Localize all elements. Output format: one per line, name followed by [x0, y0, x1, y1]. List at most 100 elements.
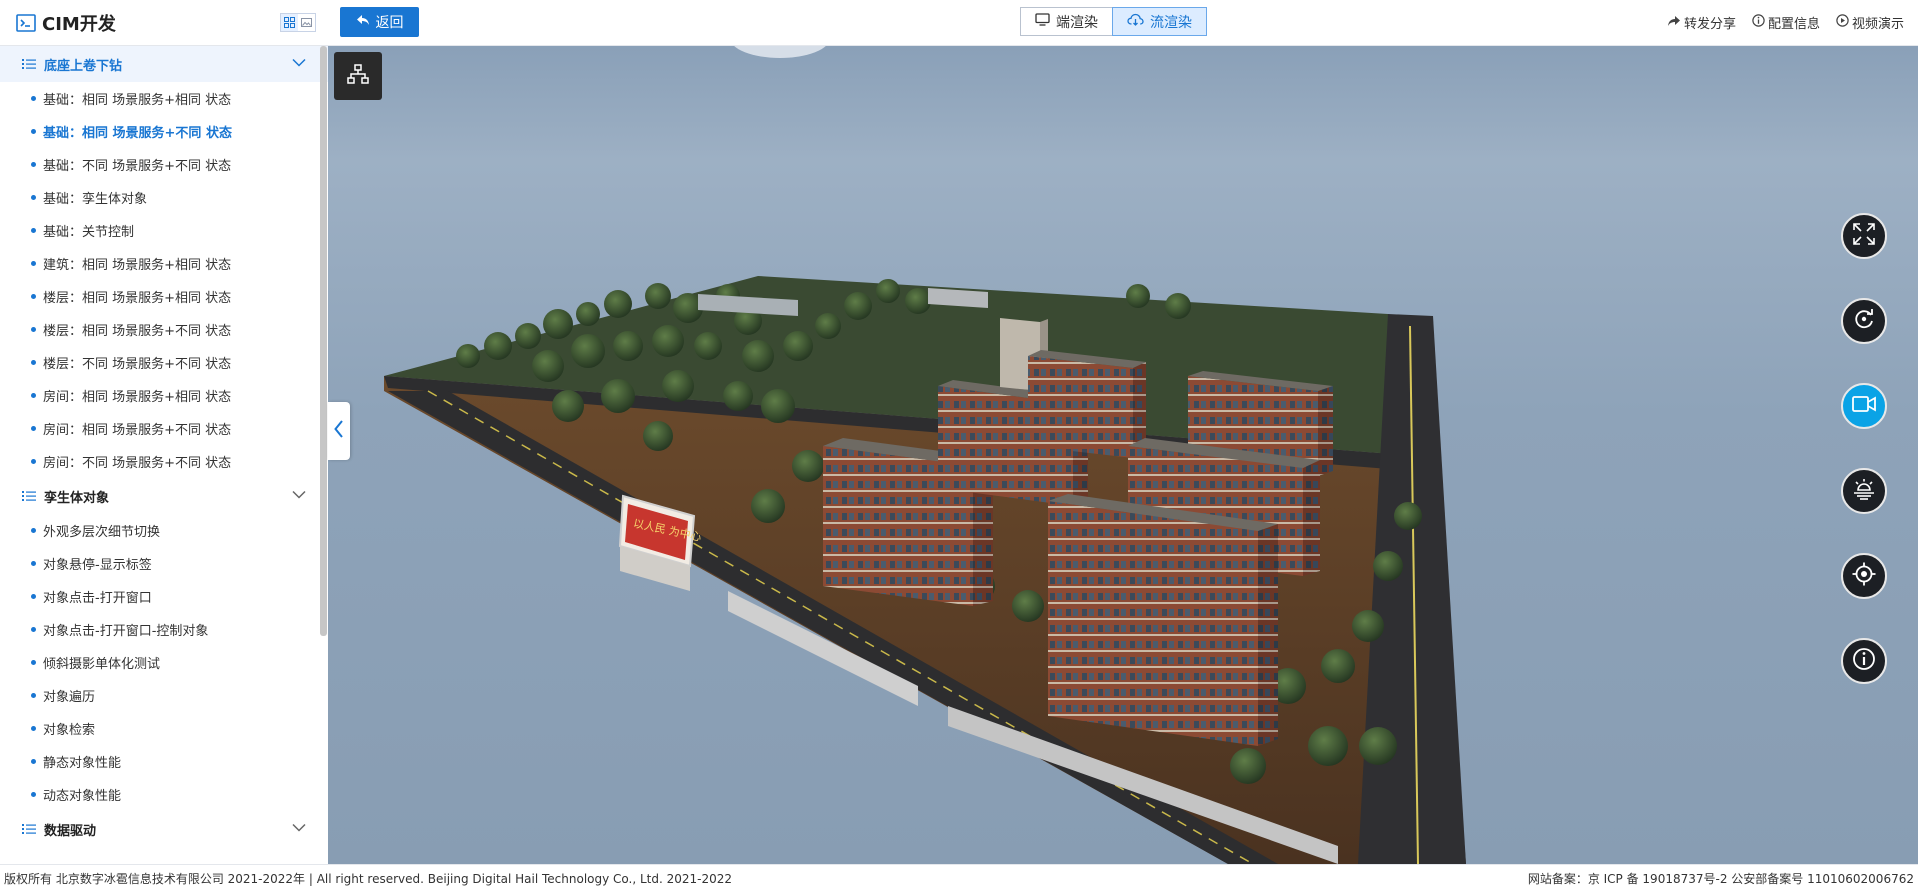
bullet-icon	[31, 96, 36, 101]
copyright-text: 版权所有 北京数字冰雹信息技术有限公司 2021-2022年 | All rig…	[4, 872, 733, 886]
list-item[interactable]: 楼层：相同 场景服务+相同 状态	[0, 280, 328, 313]
list-item[interactable]: 倾斜摄影单体化测试	[0, 646, 328, 679]
list-item[interactable]: 楼层：不同 场景服务+不同 状态	[0, 346, 328, 379]
weather-icon	[1852, 478, 1876, 504]
bullet-icon	[31, 459, 36, 464]
list-item[interactable]: 静态对象性能	[0, 745, 328, 778]
list-item-label: 楼层：不同 场景服务+不同 状态	[43, 357, 232, 372]
list-item-label: 基础：孪生体对象	[43, 192, 148, 207]
list-item-label: 基础：相同 场景服务+不同 状态	[43, 126, 232, 141]
tab-stream-render[interactable]: 流渲染	[1112, 7, 1207, 36]
group-data-driven[interactable]: 数据驱动	[0, 811, 328, 847]
record-button[interactable]	[1841, 383, 1887, 429]
tab-end-render-label: 端渲染	[1056, 14, 1098, 31]
chevron-down-icon[interactable]	[292, 58, 306, 67]
chevron-down-icon[interactable]	[292, 490, 306, 499]
bullet-icon	[31, 129, 36, 134]
bullet-icon	[31, 792, 36, 797]
image-view-icon[interactable]	[298, 14, 315, 31]
back-button[interactable]: 返回	[340, 7, 419, 37]
scene-tree-button[interactable]	[334, 52, 382, 100]
scene-info-button[interactable]	[1841, 638, 1887, 684]
bullet-icon	[31, 228, 36, 233]
info-icon	[1752, 14, 1765, 31]
config-info-button[interactable]: 配置信息	[1752, 13, 1820, 32]
list-item-label: 房间：相同 场景服务+不同 状态	[43, 423, 232, 438]
list-item[interactable]: 基础：孪生体对象	[0, 181, 328, 214]
play-icon	[1836, 14, 1849, 31]
camera-record-icon	[1852, 395, 1876, 417]
scene-viewport[interactable]: 以人民 为中心	[328, 46, 1918, 864]
bullet-icon	[31, 426, 36, 431]
group-base-drill[interactable]: 底座上卷下钻	[0, 46, 328, 82]
icp-text: 网站备案：京 ICP 备 19018737号-2 公安部备案号 11010602…	[1527, 872, 1914, 886]
location-target-icon	[1852, 562, 1876, 590]
list-item-label: 静态对象性能	[43, 756, 122, 771]
top-actions: 转发分享 配置信息 视频演示	[1667, 13, 1904, 32]
video-demo-label: 视频演示	[1851, 17, 1904, 32]
list-icon	[22, 58, 36, 70]
list-item[interactable]: 基础：不同 场景服务+不同 状态	[0, 148, 328, 181]
building-3[interactable]	[1028, 350, 1146, 458]
list-item-label: 基础：关节控制	[43, 225, 135, 240]
list-item[interactable]: 基础：关节控制	[0, 214, 328, 247]
brand: CIM开发	[16, 11, 116, 35]
bullet-icon	[31, 660, 36, 665]
building-6[interactable]	[1048, 494, 1278, 746]
share-label: 转发分享	[1683, 17, 1736, 32]
group-title: 数据驱动	[44, 823, 97, 839]
footer: 版权所有 北京数字冰雹信息技术有限公司 2021-2022年 | All rig…	[0, 864, 1918, 888]
bullet-icon	[31, 726, 36, 731]
tab-end-render[interactable]: 端渲染	[1020, 7, 1113, 36]
bullet-icon	[31, 393, 36, 398]
list-item[interactable]: 对象检索	[0, 712, 328, 745]
list-item[interactable]: 房间：相同 场景服务+不同 状态	[0, 412, 328, 445]
list-item[interactable]: 外观多层次细节切换	[0, 514, 328, 547]
list-item-label: 对象遍历	[43, 690, 96, 705]
chevron-down-icon[interactable]	[292, 823, 306, 832]
bullet-icon	[31, 759, 36, 764]
list-item[interactable]: 楼层：相同 场景服务+不同 状态	[0, 313, 328, 346]
list-item[interactable]: 对象悬停-显示标签	[0, 547, 328, 580]
locate-button[interactable]	[1841, 553, 1887, 599]
list-item-label: 对象悬停-显示标签	[43, 558, 152, 573]
view-toggle[interactable]	[280, 13, 316, 32]
list-item-label: 基础：不同 场景服务+不同 状态	[43, 159, 232, 174]
reset-rotate-icon	[1853, 308, 1875, 334]
bullet-icon	[31, 327, 36, 332]
config-info-label: 配置信息	[1767, 17, 1820, 32]
render-mode-tabs: 端渲染 流渲染	[1020, 7, 1207, 36]
bullet-icon	[31, 294, 36, 299]
city-scene[interactable]: 以人民 为中心	[328, 46, 1918, 864]
terminal-icon	[16, 14, 36, 32]
list-icon	[22, 823, 36, 835]
back-arrow-icon	[356, 14, 370, 30]
list-item-label: 倾斜摄影单体化测试	[43, 657, 161, 672]
list-icon	[22, 490, 36, 502]
list-item-label: 外观多层次细节切换	[43, 525, 161, 540]
tab-stream-render-label: 流渲染	[1150, 14, 1192, 31]
group-title: 孪生体对象	[44, 490, 110, 506]
brand-title: CIM开发	[42, 14, 116, 35]
list-item[interactable]: 基础：相同 场景服务+不同 状态	[0, 115, 328, 148]
sidebar-collapse-handle[interactable]	[328, 402, 350, 460]
grid-view-icon[interactable]	[281, 14, 298, 31]
group-twin-objects[interactable]: 孪生体对象	[0, 478, 328, 514]
weather-button[interactable]	[1841, 468, 1887, 514]
bullet-icon	[31, 195, 36, 200]
list-item[interactable]: 对象点击-打开窗口-控制对象	[0, 613, 328, 646]
list-item[interactable]: 对象遍历	[0, 679, 328, 712]
bullet-icon	[31, 561, 36, 566]
fullscreen-button[interactable]	[1841, 213, 1887, 259]
list-item[interactable]: 基础：相同 场景服务+相同 状态	[0, 82, 328, 115]
reset-rotate-button[interactable]	[1841, 298, 1887, 344]
list-item[interactable]: 房间：不同 场景服务+不同 状态	[0, 445, 328, 478]
sidebar-scrollbar[interactable]	[320, 46, 327, 636]
list-item[interactable]: 对象点击-打开窗口	[0, 580, 328, 613]
video-demo-button[interactable]: 视频演示	[1836, 13, 1904, 32]
share-button[interactable]: 转发分享	[1667, 13, 1736, 32]
list-item[interactable]: 建筑：相同 场景服务+相同 状态	[0, 247, 328, 280]
list-item[interactable]: 房间：相同 场景服务+相同 状态	[0, 379, 328, 412]
bullet-icon	[31, 693, 36, 698]
list-item[interactable]: 动态对象性能	[0, 778, 328, 811]
